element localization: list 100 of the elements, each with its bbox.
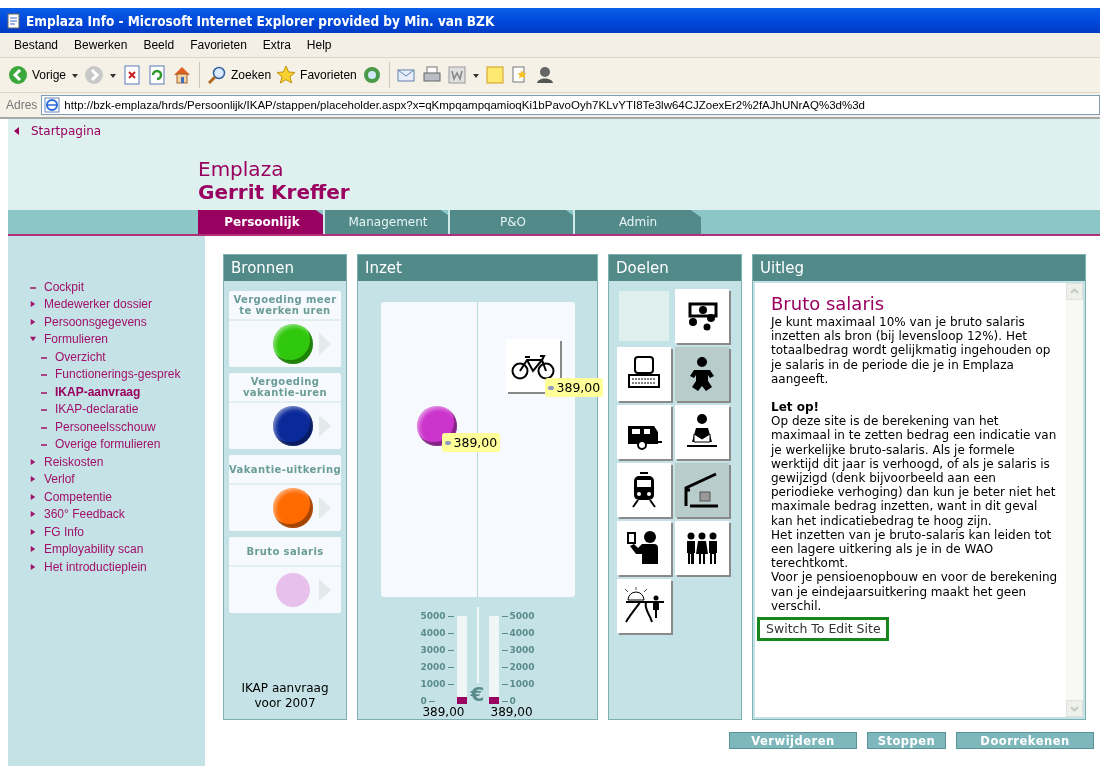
tick-label: 4000 <box>420 629 446 638</box>
back-button[interactable]: Vorige <box>8 65 67 85</box>
favorites-button[interactable]: Favorieten <box>276 65 357 85</box>
sidebar-link[interactable]: 360° Feedback <box>44 507 125 522</box>
back-link[interactable]: Startpagina <box>31 124 102 138</box>
sidebar-link[interactable]: Cockpit <box>44 279 84 294</box>
back-arrow-icon <box>14 127 19 135</box>
page-icon <box>6 12 22 29</box>
collapsed-arrow-icon[interactable] <box>30 528 36 535</box>
sidebar-link[interactable]: Medewerker dossier <box>44 297 153 312</box>
edit-site-link[interactable]: Switch To Edit Site <box>757 617 889 642</box>
sidebar-link[interactable]: Verlof <box>44 472 75 487</box>
printer-icon[interactable] <box>421 65 442 85</box>
nav-tab[interactable]: Management <box>323 210 451 234</box>
dash-icon <box>41 406 47 413</box>
menu-item[interactable]: Help <box>298 38 340 52</box>
tick-label: 5000 <box>420 612 446 621</box>
tick-label: 3000 <box>509 646 535 655</box>
source-title: Bruto salaris <box>229 537 341 567</box>
caret-icon[interactable] <box>109 71 118 79</box>
goal-tile[interactable] <box>617 579 671 633</box>
window-title: Emplaza Info - Microsoft Internet Explorer provided by Min. van BZK <box>26 12 495 29</box>
tick-label: 4000 <box>509 629 535 638</box>
source-card[interactable]: Vakantie-uitkering <box>229 455 341 531</box>
goal-tile[interactable] <box>617 405 671 459</box>
goal-tile[interactable] <box>617 463 671 517</box>
menu-item[interactable]: Beeld <box>135 38 183 52</box>
expanded-arrow-icon[interactable] <box>30 336 36 343</box>
sidebar-link[interactable]: Overzicht <box>55 349 106 364</box>
dash-icon <box>41 441 47 448</box>
tick-label: 1000 <box>420 680 446 689</box>
explanation-text: Voor je pensioenopbouw en voor de berekening van je eindejaarsuitkering maakt het geen verschil. <box>771 570 1059 614</box>
explanation-text: Het inzetten van je bruto-salaris kan leiden tot een lagere uitkering als je in de WAO terechtkomt. <box>771 527 1053 571</box>
collapsed-arrow-icon[interactable] <box>30 511 36 518</box>
stop-icon[interactable] <box>122 65 143 85</box>
goal-tile[interactable] <box>675 289 729 343</box>
ball[interactable] <box>273 406 313 446</box>
back-icon <box>8 65 28 85</box>
sidebar-link[interactable]: Formulieren <box>44 332 109 347</box>
tick-label: 0 <box>420 697 427 706</box>
gauge-reading: 389,00 <box>490 705 533 719</box>
refresh-icon[interactable] <box>147 65 168 85</box>
goal-tile[interactable] <box>617 347 671 401</box>
source-title: Vergoeding vakantie-uren <box>229 373 341 403</box>
collapsed-arrow-icon[interactable] <box>30 458 36 465</box>
star-icon <box>276 65 297 85</box>
source-card[interactable]: Bruto salaris <box>229 537 341 613</box>
menu-item[interactable]: Bestand <box>6 38 67 52</box>
collapsed-arrow-icon[interactable] <box>30 476 36 483</box>
footer-note: IKAP aanvraag voor 2007 <box>240 681 330 711</box>
tick-label: 2000 <box>420 663 446 672</box>
caret-icon[interactable] <box>71 71 80 79</box>
nav-tab[interactable]: Admin <box>573 210 701 234</box>
sidebar-link[interactable]: Competentie <box>44 489 113 504</box>
caret-icon[interactable] <box>471 71 480 79</box>
sidebar-link[interactable]: IKAP-aanvraag <box>55 384 141 399</box>
source-card[interactable]: Vergoeding meer te werken uren <box>229 291 341 367</box>
collapsed-arrow-icon[interactable] <box>30 493 36 500</box>
people-icon[interactable] <box>534 65 555 85</box>
collapsed-arrow-icon[interactable] <box>30 301 36 308</box>
panel-title: Doelen <box>609 255 741 281</box>
address-field[interactable]: http://bzk-emplaza/hrds/Persoonlijk/IKAP/stappen/placeholder.aspx?x=qKmpqampqamioqKi1bPavoOyh7KLvYTI8Te3lw64CJZoexEr2%2fAJhUNrAQ%3d%3d <box>41 95 1100 115</box>
media-icon[interactable] <box>361 65 382 85</box>
tick-label: 5000 <box>509 612 535 621</box>
sidebar-link[interactable]: Employability scan <box>44 542 144 557</box>
search-icon <box>207 65 228 85</box>
sidebar-link[interactable]: IKAP-declaratie <box>55 402 139 417</box>
user-name: Gerrit Kreffer <box>198 180 351 204</box>
nav-tab[interactable]: Persoonlijk <box>198 210 326 234</box>
search-button[interactable]: Zoeken <box>207 65 272 85</box>
tick-label: 2000 <box>509 663 535 672</box>
tick-label: 0 <box>509 697 516 706</box>
source-title: Vergoeding meer te werken uren <box>229 291 341 321</box>
sidebar-link[interactable]: Het introductieplein <box>44 559 147 574</box>
sidebar-link[interactable]: Persoonsgegevens <box>44 314 147 329</box>
currency-sign: € <box>470 683 485 705</box>
menu-item[interactable]: Favorieten <box>182 38 255 52</box>
nav-tab[interactable]: P&O <box>448 210 576 234</box>
explanation-text: Op deze site is de berekening van het maximaal in te zetten bedrag een indicatie van je werkelijke bruto-salaris. Als je formele werktijd dit jaar is verhoogd, of als je salaris is gewijzigd (denk bijvoorbeeld aan een periodieke verhoging) dan kun je beter niet het maximale bedrag inzetten, want in dit geval kan het indicatiebedrag te hoog zijn. <box>771 414 1058 528</box>
sidebar-link[interactable]: Functionerings-gesprek <box>55 367 181 382</box>
source-card[interactable]: Vergoeding vakantie-uren <box>229 373 341 449</box>
gauge-reading: 389,00 <box>422 705 465 719</box>
sidebar-link[interactable]: Reiskosten <box>44 454 104 469</box>
tick-label: 3000 <box>420 646 446 655</box>
goal-tile[interactable] <box>617 521 671 575</box>
collapsed-arrow-icon[interactable] <box>30 318 36 325</box>
menu-item[interactable]: Bewerken <box>66 38 136 52</box>
tick-label: 1000 <box>509 680 535 689</box>
menu-item[interactable]: Extra <box>254 38 299 52</box>
collapsed-arrow-icon[interactable] <box>30 563 36 570</box>
sidebar-link[interactable]: Overige formulieren <box>55 437 161 452</box>
explanation-title: Bruto salaris <box>771 293 886 315</box>
sidebar-link[interactable]: Personeelsschouw <box>55 419 156 434</box>
home-icon[interactable] <box>172 65 193 85</box>
goal-tile[interactable] <box>675 405 729 459</box>
goal-tile[interactable] <box>675 521 729 575</box>
panel-title: Uitleg <box>753 255 1085 281</box>
collapsed-arrow-icon[interactable] <box>30 546 36 553</box>
sidebar-link[interactable]: FG Info <box>44 524 84 539</box>
dash-icon <box>41 371 47 378</box>
